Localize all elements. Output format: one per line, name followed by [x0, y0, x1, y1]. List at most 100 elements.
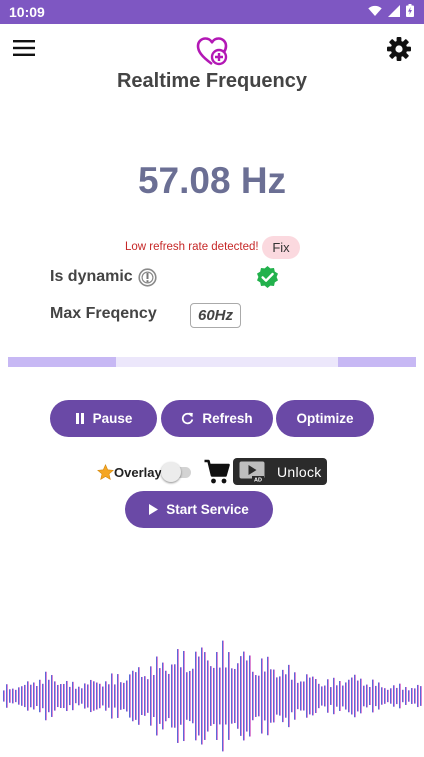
wave-bar	[378, 682, 380, 710]
wave-bar	[15, 689, 17, 703]
wave-bar	[351, 677, 353, 715]
menu-button[interactable]	[12, 38, 36, 58]
wave-bar	[183, 650, 185, 742]
wave-bar	[129, 674, 131, 718]
wave-bar	[72, 681, 74, 711]
wave-bar	[294, 672, 296, 720]
wave-bar	[135, 672, 137, 720]
wave-bar	[69, 686, 71, 706]
wave-bar	[186, 672, 188, 720]
wave-bar	[42, 683, 44, 709]
wave-bar	[63, 683, 65, 709]
wave-bar	[24, 684, 26, 708]
wave-bar	[246, 660, 248, 732]
wave-bar	[105, 681, 107, 711]
wave-bar	[39, 679, 41, 713]
wave-bar	[258, 675, 260, 717]
wave-bar	[261, 658, 263, 734]
wave-bar	[9, 689, 11, 703]
wave-bar	[417, 684, 419, 708]
wave-bar	[321, 686, 323, 706]
wave-bar	[411, 688, 413, 704]
wave-bar	[357, 680, 359, 712]
wave-bar	[222, 640, 224, 752]
wave-bar	[141, 676, 143, 716]
wave-bar	[102, 686, 104, 706]
optimize-button[interactable]: Optimize	[276, 400, 374, 437]
wave-bar	[288, 664, 290, 728]
status-bar: 10:09	[0, 0, 424, 24]
wave-bar	[3, 690, 5, 702]
sound-wave-graphic	[3, 640, 422, 752]
wave-bar	[234, 668, 236, 724]
wave-bar	[90, 679, 92, 713]
store-button[interactable]	[203, 458, 231, 486]
wave-bar	[372, 679, 374, 713]
wave-bar	[255, 675, 257, 717]
status-icons	[368, 4, 414, 17]
play-icon	[149, 504, 159, 515]
start-service-button[interactable]: Start Service	[125, 491, 273, 528]
wave-bar	[189, 670, 191, 722]
verified-check-icon	[257, 266, 278, 288]
pause-button[interactable]: Pause	[50, 400, 157, 437]
status-time: 10:09	[9, 4, 45, 20]
wave-bar	[375, 685, 377, 707]
wave-bar	[387, 689, 389, 703]
wave-bar	[84, 683, 86, 709]
is-dynamic-info-button[interactable]	[138, 268, 157, 287]
wave-bar	[177, 649, 179, 743]
wave-bar	[21, 686, 23, 706]
wave-bar	[54, 681, 56, 711]
wave-bar	[210, 666, 212, 726]
wave-bar	[93, 681, 95, 711]
refresh-button[interactable]: Refresh	[161, 400, 273, 437]
wave-bar	[60, 684, 62, 708]
overlay-label: Overlay	[114, 465, 162, 480]
wave-bar	[399, 683, 401, 709]
wave-bar	[87, 684, 89, 708]
wave-bar	[414, 688, 416, 704]
wave-bar	[282, 669, 284, 723]
wave-bar	[324, 685, 326, 707]
wave-bar	[78, 686, 80, 706]
wave-bar	[147, 679, 149, 713]
wave-bar	[243, 651, 245, 741]
wave-bar	[342, 685, 344, 707]
wave-bar	[168, 673, 170, 719]
wave-bar	[192, 668, 194, 724]
wave-bar	[360, 678, 362, 714]
wave-bar	[126, 680, 128, 712]
wave-bar	[333, 677, 335, 715]
wave-bar	[327, 679, 329, 713]
wave-bar	[402, 689, 404, 703]
wave-bar	[108, 684, 110, 708]
wave-bar	[204, 652, 206, 740]
wave-bar	[159, 668, 161, 724]
wave-bar	[123, 682, 125, 710]
battery-charging-icon	[406, 4, 414, 17]
wave-bar	[318, 683, 320, 709]
wave-bar	[300, 681, 302, 711]
wave-bar	[264, 671, 266, 721]
wave-bar	[138, 667, 140, 725]
pause-icon	[75, 413, 84, 424]
wave-bar	[12, 688, 14, 704]
wave-bar	[36, 685, 38, 707]
wave-bar	[249, 655, 251, 737]
unlock-ad-button[interactable]: AD Unlock	[233, 458, 327, 485]
refresh-icon	[182, 412, 194, 425]
wave-bar	[33, 682, 35, 710]
gear-icon	[387, 37, 411, 61]
wave-bar	[285, 674, 287, 718]
wave-bar	[405, 687, 407, 705]
start-service-label: Start Service	[166, 502, 249, 517]
wave-bar	[240, 656, 242, 736]
settings-button[interactable]	[386, 36, 412, 62]
wave-bar	[162, 662, 164, 730]
wave-bar	[420, 686, 422, 706]
fix-button[interactable]: Fix	[262, 236, 300, 259]
wave-bar	[390, 688, 392, 704]
overlay-toggle[interactable]	[161, 462, 193, 482]
dynamic-status	[255, 265, 280, 290]
